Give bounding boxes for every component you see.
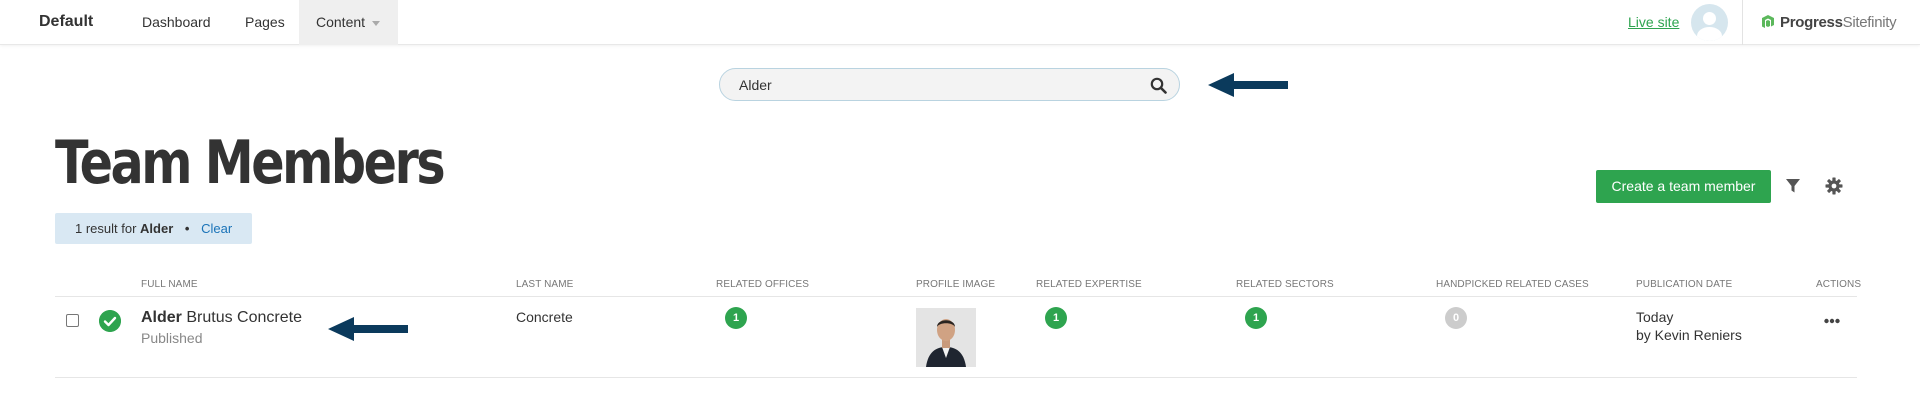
- table-row-divider: [55, 377, 1857, 378]
- profile-image-thumbnail[interactable]: [916, 308, 976, 367]
- result-count-text: 1 result for: [75, 221, 137, 236]
- filter-icon[interactable]: [1785, 178, 1801, 194]
- nav-dashboard[interactable]: Dashboard: [142, 0, 211, 45]
- nav-pages[interactable]: Pages: [245, 0, 285, 45]
- separator-dot: •: [184, 221, 190, 236]
- table-header-divider: [55, 296, 1857, 297]
- gear-icon[interactable]: [1825, 177, 1843, 195]
- column-header-profile-image: Profile image: [916, 279, 996, 290]
- more-actions-icon[interactable]: [1824, 318, 1840, 324]
- top-navigation-bar: Default Dashboard Pages Content Live sit…: [0, 0, 1920, 45]
- person-photo-icon: [916, 308, 976, 367]
- column-header-publication-date[interactable]: Publication date: [1636, 279, 1732, 290]
- nav-content[interactable]: Content: [299, 0, 398, 45]
- related-expertise-badge[interactable]: 1: [1045, 307, 1067, 329]
- cell-last-name: Concrete: [516, 309, 573, 325]
- search-result-summary: 1 result for Alder • Clear: [55, 213, 253, 244]
- search-input[interactable]: Alder: [719, 68, 1180, 101]
- arrow-left-icon: [328, 317, 408, 341]
- result-term: Alder: [140, 221, 174, 236]
- create-team-member-button[interactable]: Create a team member: [1596, 170, 1771, 203]
- title-match-text: Alder: [141, 309, 182, 326]
- live-site-link[interactable]: Live site: [1628, 14, 1679, 30]
- cell-author: by Kevin Reniers: [1636, 327, 1742, 343]
- column-header-actions: Actions: [1816, 279, 1862, 290]
- column-header-related-expertise: Related expertise: [1036, 279, 1142, 290]
- page-title: Team Members: [55, 128, 446, 198]
- related-sectors-badge[interactable]: 1: [1245, 307, 1267, 329]
- column-header-last-name[interactable]: Last name: [516, 279, 573, 290]
- brand-sitefinity-text: Sitefinity: [1842, 13, 1897, 31]
- column-header-related-offices: Related offices: [716, 279, 809, 290]
- brand-logo: Progress Sitefinity: [1760, 11, 1897, 33]
- progress-logo-icon: [1762, 15, 1774, 28]
- clear-search-link[interactable]: Clear: [201, 221, 232, 236]
- handpicked-cases-badge[interactable]: 0: [1445, 307, 1467, 329]
- divider: [1742, 0, 1743, 45]
- item-title-link[interactable]: Alder Brutus Concrete: [141, 309, 302, 327]
- search-value: Alder: [739, 77, 772, 93]
- item-status: Published: [141, 330, 203, 346]
- column-header-full-name[interactable]: Full name: [141, 279, 198, 290]
- arrow-left-icon: [1208, 73, 1288, 97]
- column-header-related-sectors: Related sectors: [1236, 279, 1334, 290]
- title-rest-text: Brutus Concrete: [186, 309, 302, 326]
- site-selector[interactable]: Default: [39, 13, 93, 31]
- column-header-handpicked-cases: Handpicked related cases: [1436, 279, 1589, 290]
- search-icon[interactable]: [1150, 77, 1167, 94]
- chevron-down-icon: [372, 20, 381, 26]
- cell-publication-date: Today: [1636, 309, 1674, 325]
- nav-content-label: Content: [316, 14, 366, 30]
- row-select-checkbox[interactable]: [66, 314, 79, 327]
- published-check-icon: [99, 310, 121, 332]
- brand-progress-text: Progress: [1780, 13, 1843, 31]
- related-offices-badge[interactable]: 1: [725, 307, 747, 329]
- user-avatar-icon[interactable]: [1691, 4, 1728, 41]
